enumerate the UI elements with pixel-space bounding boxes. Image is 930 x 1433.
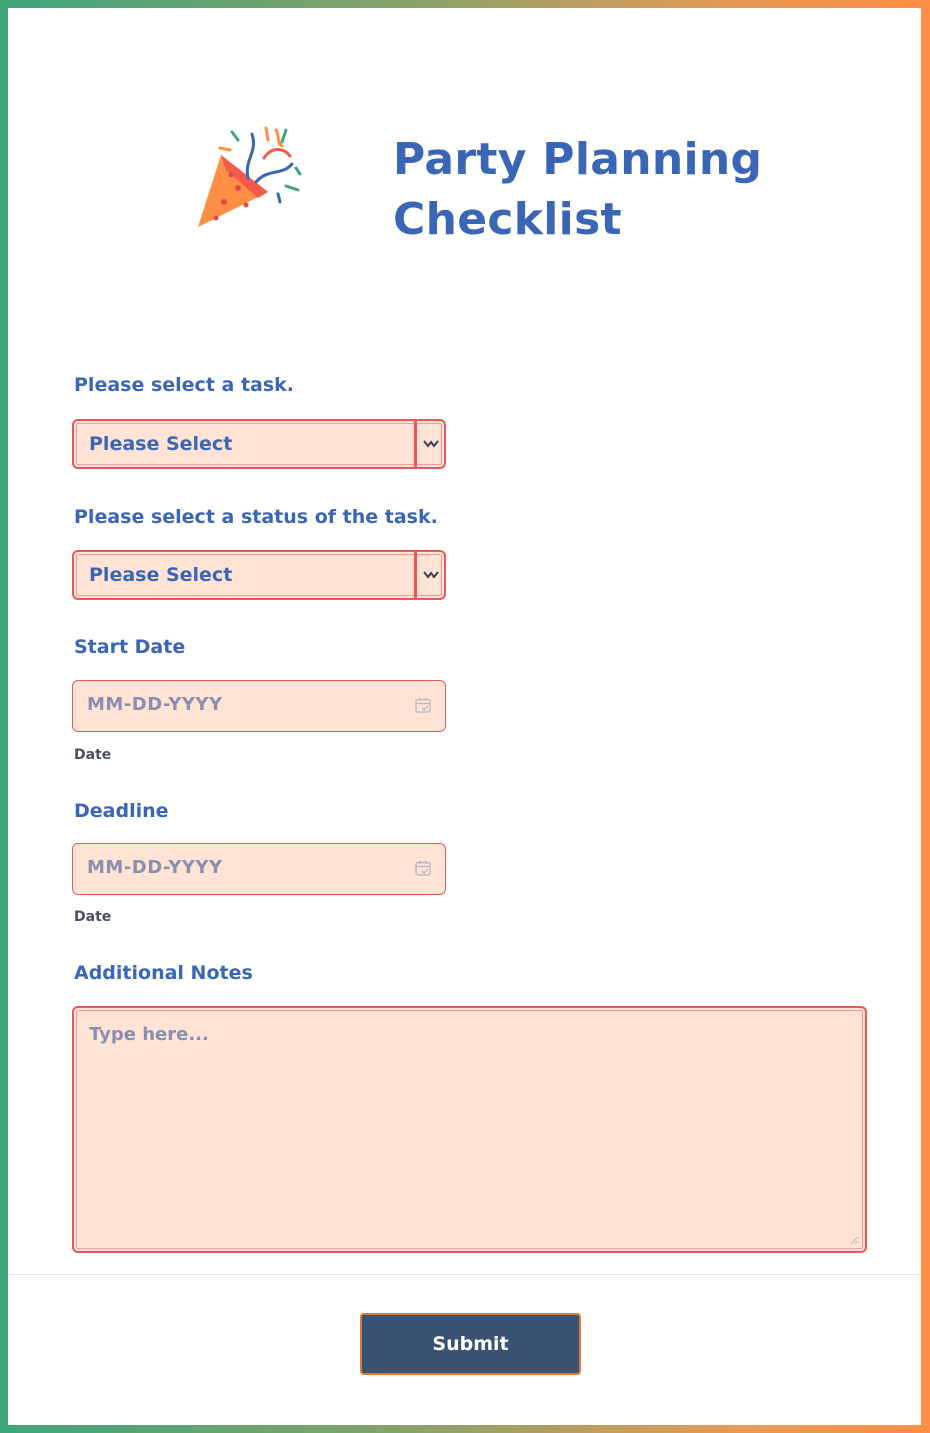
notes-label: Additional Notes: [74, 962, 253, 984]
deadline-label: Deadline: [74, 800, 169, 822]
page-title: Party Planning Checklist: [393, 130, 833, 250]
task-select-value: Please Select: [89, 433, 233, 455]
start-date-placeholder: MM-DD-YYYY: [87, 694, 223, 715]
task-select[interactable]: Please Select: [72, 419, 446, 469]
deadline-placeholder: MM-DD-YYYY: [87, 857, 223, 878]
party-popper-icon: [198, 126, 302, 227]
form-divider: [8, 1274, 921, 1275]
notes-placeholder: Type here...: [89, 1024, 209, 1045]
status-select-value: Please Select: [89, 564, 233, 586]
submit-button[interactable]: Submit: [360, 1313, 581, 1375]
start-date-label: Start Date: [74, 636, 186, 658]
start-date-sublabel: Date: [74, 747, 112, 763]
task-label: Please select a task.: [74, 374, 295, 396]
form-card: Party Planning Checklist Please select a…: [8, 8, 921, 1425]
page-title-line2: Checklist: [393, 194, 622, 245]
form-header: Party Planning Checklist: [8, 8, 921, 308]
deadline-input[interactable]: MM-DD-YYYY: [72, 843, 446, 895]
status-select[interactable]: Please Select: [72, 550, 446, 600]
deadline-sublabel: Date: [74, 909, 112, 925]
chevron-down-icon[interactable]: [414, 552, 444, 598]
start-date-input[interactable]: MM-DD-YYYY: [72, 680, 446, 732]
notes-textarea[interactable]: Type here...: [72, 1006, 867, 1253]
resize-handle-icon[interactable]: [849, 1235, 859, 1245]
status-label: Please select a status of the task.: [74, 506, 438, 528]
chevron-down-icon[interactable]: [414, 421, 444, 467]
page-title-line1: Party Planning: [393, 134, 763, 185]
calendar-icon[interactable]: [414, 696, 432, 714]
calendar-icon[interactable]: [414, 859, 432, 877]
